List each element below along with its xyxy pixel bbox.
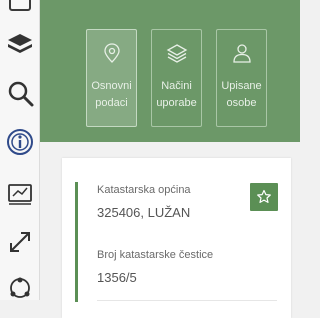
map-pin-icon — [103, 43, 120, 63]
cadastral-municipality-value: 325406, LUŽAN — [97, 205, 191, 220]
tab-nacini-uporabe[interactable]: Načini uporabe — [151, 29, 202, 127]
search-icon[interactable] — [4, 77, 36, 109]
parcel-number-value: 1356/5 — [97, 270, 137, 285]
info-icon[interactable] — [4, 126, 36, 158]
sidebar — [0, 0, 40, 300]
star-icon — [257, 189, 271, 203]
tabs-banner: Osnovni podaci Načini uporabe Upisane os… — [40, 0, 300, 142]
parcel-details-card: Katastarska općina 325406, LUŽAN Broj ka… — [62, 158, 291, 318]
person-icon — [232, 44, 251, 63]
layers-icon[interactable] — [4, 28, 36, 60]
card-accent-bar — [75, 182, 78, 302]
tab-osnovni-podaci[interactable]: Osnovni podaci — [86, 29, 137, 127]
share-icon[interactable] — [4, 275, 36, 307]
map-print-icon[interactable] — [4, 177, 36, 209]
parcel-number-label: Broj katastarske čestice — [97, 249, 214, 261]
panel-icon[interactable] — [4, 0, 36, 18]
fullscreen-icon[interactable] — [4, 226, 36, 258]
cadastral-municipality-label: Katastarska općina — [97, 184, 191, 196]
layers-icon — [166, 44, 187, 63]
favorite-button[interactable] — [250, 183, 278, 211]
tab-upisane-osobe[interactable]: Upisane osobe — [216, 29, 267, 127]
tab-label: Načini uporabe — [156, 80, 197, 109]
tab-label: Osnovni podaci — [91, 80, 132, 109]
main-panel: Osnovni podaci Načini uporabe Upisane os… — [40, 0, 300, 318]
tab-label: Upisane osobe — [221, 80, 262, 109]
divider — [97, 300, 277, 301]
